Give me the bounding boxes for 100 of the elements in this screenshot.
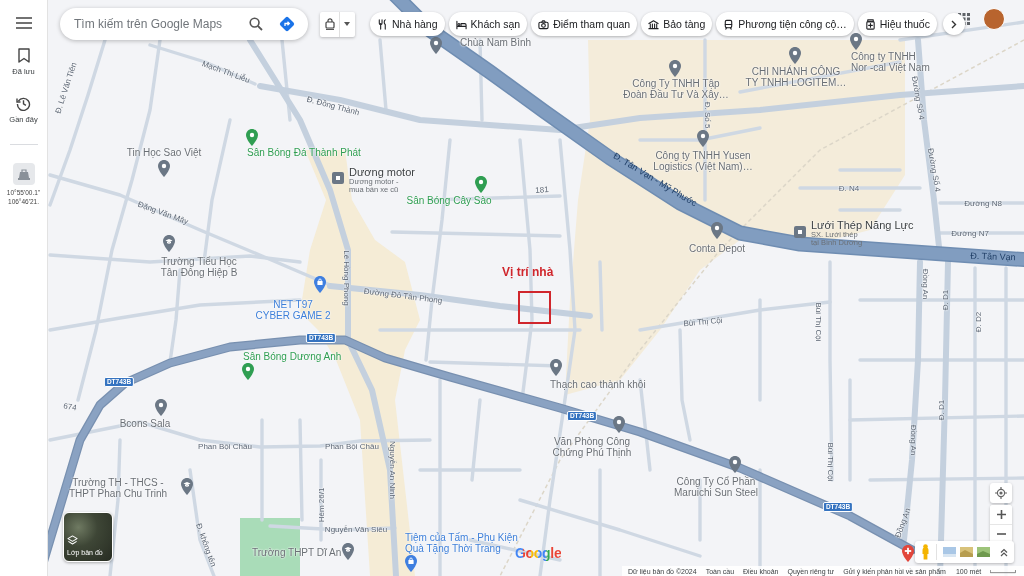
location-icon: [995, 487, 1007, 499]
place-label: Văn Phòng Công Chứng Phú Thịnh: [552, 436, 632, 458]
street-label: Đ. Tân Vạn: [970, 251, 1016, 263]
school-pin-icon[interactable]: [342, 543, 354, 560]
location-pin-icon[interactable]: [246, 129, 258, 146]
building-marker-icon[interactable]: [794, 226, 806, 238]
bookmark-icon: [17, 48, 30, 63]
menu-icon: [15, 17, 32, 29]
street-label: Đường N8: [964, 198, 1002, 208]
street-label: Đồng An: [893, 507, 913, 539]
location-pin-icon[interactable]: [475, 176, 487, 193]
place-label: Thạch cao thành khôi: [550, 379, 646, 390]
place-label: Bcons Sala: [119, 418, 171, 429]
school-pin-icon[interactable]: [181, 478, 193, 495]
street-label: Đ. D2: [973, 311, 983, 333]
street-label: Đ. Lê Văn Tiên: [53, 61, 79, 115]
history-icon: [16, 96, 31, 111]
location-pin-icon[interactable]: [729, 456, 741, 473]
place-label: Sân Bóng Dương Anh: [243, 351, 342, 362]
hospital-pin-icon[interactable]: [902, 545, 914, 562]
house-location-frame: [518, 291, 551, 324]
street-label: Mạch Thị Liễu: [200, 59, 252, 85]
school-pin-icon[interactable]: [163, 235, 175, 252]
street-label: Đồng An: [920, 268, 930, 300]
map-tile-icon[interactable]: [943, 547, 956, 557]
street-label: Đồng An: [908, 424, 918, 456]
shopping-bag-pin-icon[interactable]: [405, 555, 417, 572]
search-box[interactable]: Tìm kiếm trên Google Maps: [60, 8, 308, 40]
street-label: Đường Số 4: [925, 147, 943, 193]
apps-icon[interactable]: [958, 13, 970, 25]
location-pin-icon[interactable]: [850, 33, 862, 50]
street-label: Bùi Thị Cội: [813, 302, 823, 342]
place-label: Tin Học Sao Việt: [126, 147, 202, 158]
place-thumbnail-icon: [12, 163, 35, 185]
place-label: Dương motor: [349, 166, 415, 178]
place-label: CHI NHÁNH CÔNG TY TNHH LOGITEM…: [745, 66, 847, 88]
annotation-label: Vị trí nhà: [502, 265, 554, 279]
category-chip[interactable]: Điểm tham quan: [531, 12, 638, 36]
street-label: Đặng Văn Mây: [136, 199, 190, 227]
place-label: Sân Bóng Đá Thành Phát: [247, 147, 361, 158]
street-label: Đ. không tên: [194, 522, 218, 568]
scale-bar-icon: [990, 568, 1016, 574]
street-label: Bùi Thị Cội: [683, 315, 723, 329]
location-pin-icon[interactable]: [242, 363, 254, 380]
building-marker-icon[interactable]: [332, 172, 344, 184]
category-chip[interactable]: Nhà hàng: [370, 12, 445, 36]
minus-icon: [996, 533, 1006, 535]
map-tile-icon[interactable]: [960, 547, 973, 557]
location-pin-icon[interactable]: [158, 160, 170, 177]
layers-icon: [67, 535, 78, 546]
category-chip[interactable]: Hiệu thuốc: [857, 12, 937, 36]
place-label: NET T97 CYBER GAME 2: [255, 299, 331, 321]
location-pin-icon[interactable]: [155, 399, 167, 416]
medicine-icon: [864, 18, 876, 30]
place-label: Chùa Nam Bình: [460, 37, 532, 48]
street-label: Nguyễn An Ninh: [387, 441, 397, 499]
street-label: Đ. D1: [936, 399, 946, 421]
street-label: 181: [534, 184, 550, 196]
place-label: Trường Tiểu Học Tân Đông Hiệp B: [160, 256, 238, 278]
bed-icon: [455, 18, 467, 30]
zoom-in-button[interactable]: [990, 505, 1012, 524]
place-label: Lưới Thép Năng Lực: [811, 219, 914, 231]
bag-icon: [325, 18, 335, 30]
street-label: Đ. Đồng Thành: [305, 94, 361, 118]
place-label: Công Ty TNHH Tập Đoàn Đầu Tư Và Xây…: [623, 78, 729, 100]
location-pin-icon[interactable]: [697, 130, 709, 147]
camera-icon: [538, 18, 550, 30]
my-location-button[interactable]: [990, 483, 1012, 503]
place-label: Trường THPT Dĩ An: [252, 547, 342, 558]
location-pin-icon[interactable]: [613, 416, 625, 433]
category-chip[interactable]: Bảo tàng: [641, 12, 713, 36]
fork-knife-icon: [377, 18, 388, 30]
bus-icon: [723, 18, 735, 30]
museum-icon: [648, 18, 660, 30]
place-label: Sân Bóng Cây Sào: [406, 195, 492, 206]
location-pin-icon[interactable]: [789, 47, 801, 64]
street-label: Bùi Thị Cội: [825, 442, 835, 482]
place-label: Trường TH - THCS - THPT Phan Chu Trinh: [68, 477, 168, 499]
street-label: Phan Bội Châu: [325, 441, 379, 451]
location-pin-icon[interactable]: [669, 60, 681, 77]
map-tile-icon[interactable]: [977, 547, 990, 557]
place-label: Công ty TNHH Yusen Logistics (Việt Nam)…: [653, 150, 753, 172]
search-icon: [249, 17, 263, 31]
plus-icon: [996, 510, 1006, 519]
category-chip[interactable]: Khách sạn: [448, 12, 528, 36]
street-label: Đường N7: [951, 228, 989, 238]
directions-icon: [279, 16, 295, 32]
dropdown-button[interactable]: [320, 11, 355, 37]
place-label: Conta Depot: [688, 243, 746, 254]
street-label: Đ. N4: [838, 183, 860, 193]
chevron-up-icon: [1000, 547, 1008, 557]
street-label: Phan Bội Châu: [198, 441, 252, 451]
location-pin-icon[interactable]: [711, 222, 723, 239]
category-chip[interactable]: Phương tiện công cộ…: [716, 12, 854, 36]
location-pin-icon[interactable]: [430, 37, 442, 54]
location-pin-icon[interactable]: [550, 359, 562, 376]
caret-icon: [344, 22, 350, 26]
chevron-right-icon: [950, 19, 957, 29]
search-field[interactable]: Tìm kiếm trên Google Maps: [74, 15, 238, 33]
shopping-bag-pin-icon[interactable]: [314, 276, 326, 293]
